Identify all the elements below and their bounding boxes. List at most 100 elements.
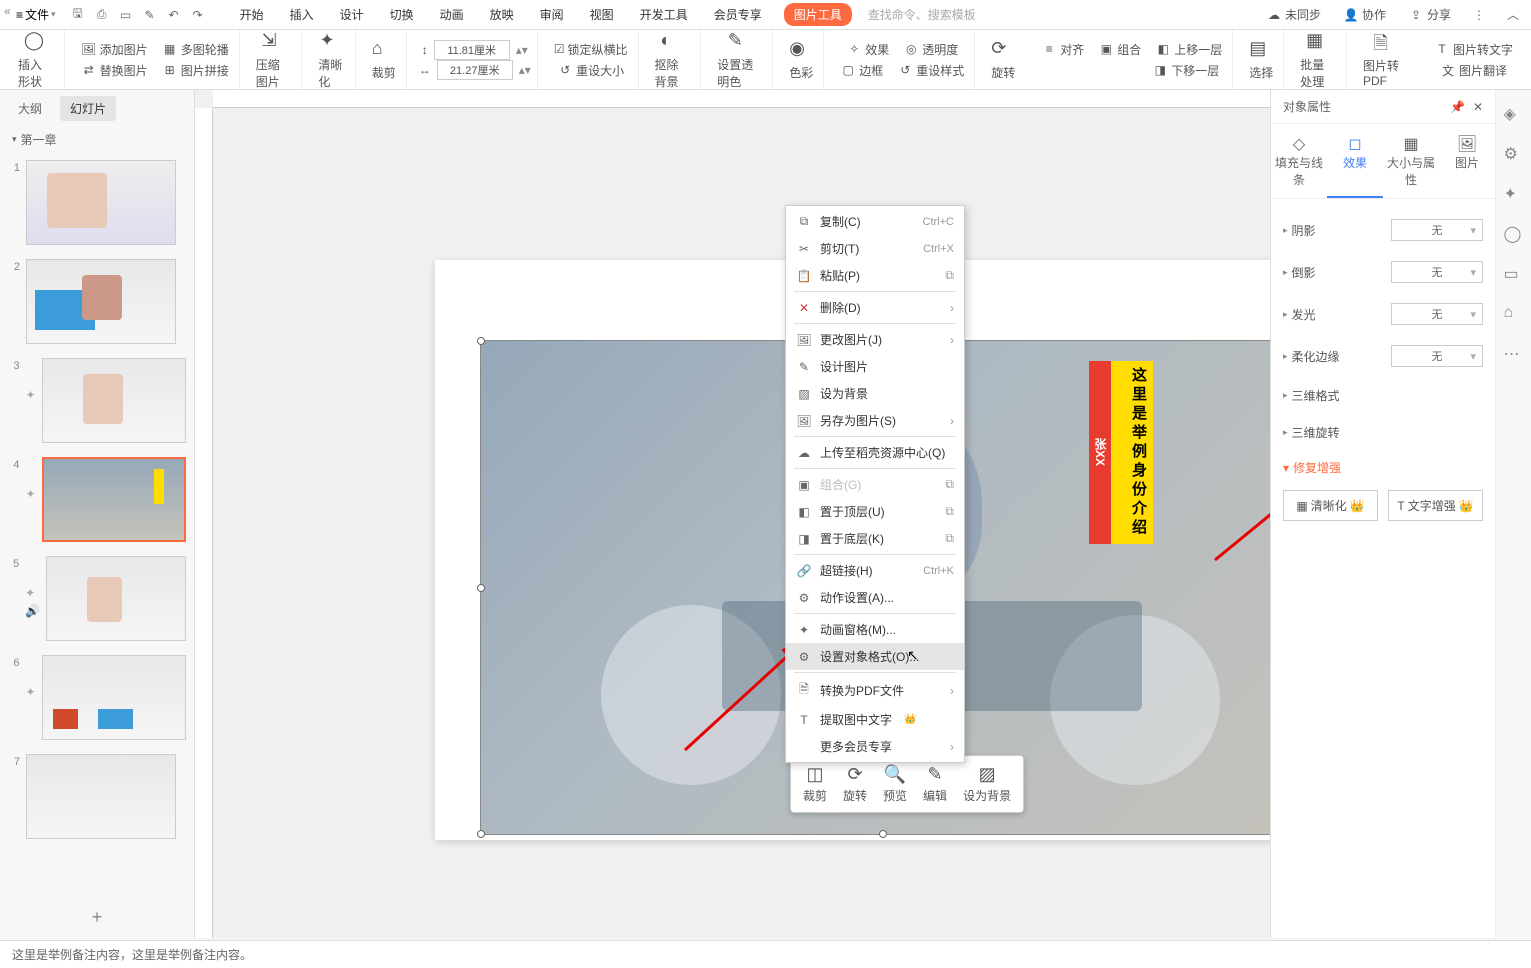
ctx-set-bg[interactable]: ▨设为背景	[786, 380, 964, 407]
float-preview[interactable]: 🔍预览	[875, 762, 915, 806]
more-icon[interactable]: ⋮	[1469, 5, 1489, 25]
rail-more-icon[interactable]: ⋯	[1504, 344, 1524, 364]
collab-button[interactable]: 👤协作	[1339, 4, 1390, 25]
width-input[interactable]: 21.27厘米	[437, 60, 513, 80]
ctx-action[interactable]: ⚙动作设置(A)...	[786, 584, 964, 611]
rp-sharpen-button[interactable]: ▦清晰化👑	[1283, 490, 1378, 521]
to-pdf-button[interactable]: 🗎图片转PDF	[1359, 31, 1412, 88]
preview-icon[interactable]: ▭	[116, 5, 136, 25]
ctx-design-pic[interactable]: ✎设计图片	[786, 353, 964, 380]
select-pane-button[interactable]: ▤选择	[1245, 38, 1277, 81]
transparency-button[interactable]: ◎透明度	[899, 39, 962, 60]
brush-icon[interactable]: ✎	[140, 5, 160, 25]
resize-handle[interactable]	[477, 584, 485, 592]
rail-settings-icon[interactable]: ⚙	[1504, 144, 1524, 164]
save-icon[interactable]: 🖫	[68, 5, 88, 25]
replace-picture-button[interactable]: ⇄替换图片	[77, 60, 152, 81]
ctx-to-pdf[interactable]: 🗎转换为PDF文件›	[786, 675, 964, 706]
collapse-ribbon-icon[interactable]: ︿	[1503, 5, 1523, 25]
soft-select[interactable]: 无	[1391, 345, 1483, 367]
align-button[interactable]: ≡对齐	[1037, 39, 1088, 60]
color-button[interactable]: ◉色彩	[785, 38, 817, 81]
rp-reflect[interactable]: ▸倒影	[1283, 264, 1316, 281]
ctx-paste[interactable]: 📋粘贴(P)⧉	[786, 262, 964, 289]
float-edit[interactable]: ✎编辑	[915, 762, 955, 806]
glow-select[interactable]: 无	[1391, 303, 1483, 325]
tab-insert[interactable]: 插入	[278, 0, 326, 29]
slide-thumb-3[interactable]	[42, 358, 186, 443]
pic-translate-button[interactable]: 文图片翻译	[1436, 60, 1511, 81]
float-setbg[interactable]: ▨设为背景	[955, 762, 1019, 806]
pin-icon[interactable]: 📌	[1450, 100, 1465, 114]
resize-handle[interactable]	[879, 830, 887, 838]
rail-help-icon[interactable]: ⌂	[1504, 304, 1524, 324]
rp-3d-format[interactable]: ▸三维格式	[1283, 387, 1340, 404]
reset-style-button[interactable]: ↺重设样式	[893, 60, 968, 81]
print-icon[interactable]: ⎙	[92, 5, 112, 25]
rp-text-enhance-button[interactable]: T文字增强👑	[1388, 490, 1483, 521]
ctx-more-vip[interactable]: 更多会员专享›	[786, 733, 964, 760]
rail-design-icon[interactable]: ◈	[1504, 104, 1524, 124]
rp-tab-pic[interactable]: 🖼图片	[1439, 124, 1495, 198]
rp-tab-effect[interactable]: ◻效果	[1327, 124, 1383, 198]
ctx-bottom[interactable]: ◨置于底层(K)⧉	[786, 525, 964, 552]
slide-thumb-5[interactable]	[46, 556, 186, 641]
group-button[interactable]: ▣组合	[1094, 39, 1145, 60]
search-input[interactable]: 查找命令、搜索模板	[868, 6, 1008, 23]
spinner-icon[interactable]: ▴▾	[516, 43, 528, 57]
picture-join-button[interactable]: ⊞图片拼接	[158, 60, 233, 81]
close-icon[interactable]: ✕	[1473, 100, 1483, 114]
ctx-extract-text[interactable]: T提取图中文字👑	[786, 706, 964, 733]
pic-to-text-button[interactable]: T图片转文字	[1430, 39, 1517, 60]
share-button[interactable]: ⇪分享	[1404, 4, 1455, 25]
slide-thumb-1[interactable]	[26, 160, 176, 245]
rp-tab-fill[interactable]: ◇填充与线条	[1271, 124, 1327, 198]
rail-shape-icon[interactable]: ◯	[1504, 224, 1524, 244]
tab-dev[interactable]: 开发工具	[628, 0, 700, 29]
rail-effect-icon[interactable]: ✦	[1504, 184, 1524, 204]
rail-anim-icon[interactable]: ▭	[1504, 264, 1524, 284]
rp-tab-size[interactable]: ▦大小与属性	[1383, 124, 1439, 198]
remove-bg-button[interactable]: ◐抠除背景	[651, 30, 695, 90]
file-menu[interactable]: ≡ 文件 ▾	[8, 2, 64, 27]
tab-anim[interactable]: 动画	[428, 0, 476, 29]
slide-thumb-7[interactable]	[26, 754, 176, 839]
ctx-upload[interactable]: ☁上传至稻壳资源中心(Q)	[786, 439, 964, 466]
rp-fix-enhance[interactable]: ▾修复增强	[1283, 451, 1483, 484]
set-trans-button[interactable]: ✎设置透明色	[713, 30, 766, 90]
outline-tab[interactable]: 大纲	[8, 96, 52, 121]
reset-size-button[interactable]: ↺重设大小	[553, 60, 628, 81]
redo-icon[interactable]: ↷	[188, 5, 208, 25]
slide-thumb-2[interactable]	[26, 259, 176, 344]
ctx-copy[interactable]: ⧉复制(C)Ctrl+C	[786, 208, 964, 235]
slide-thumb-6[interactable]	[42, 655, 186, 740]
rp-soft[interactable]: ▸柔化边缘	[1283, 348, 1340, 365]
rotate-button[interactable]: ⟳旋转	[987, 38, 1019, 81]
ctx-anim-pane[interactable]: ✦动画窗格(M)...	[786, 616, 964, 643]
border-button[interactable]: ▢边框	[836, 60, 887, 81]
tab-show[interactable]: 放映	[478, 0, 526, 29]
lock-ratio-checkbox[interactable]: ☑锁定纵横比	[550, 39, 632, 60]
chapter-label[interactable]: ▾第一章	[0, 127, 194, 152]
float-crop[interactable]: ◫裁剪	[795, 762, 835, 806]
ctx-save-as[interactable]: 🖼另存为图片(S)›	[786, 407, 964, 434]
rp-glow[interactable]: ▸发光	[1283, 306, 1316, 323]
multi-picture-button[interactable]: ▦多图轮播	[158, 39, 233, 60]
send-backward-button[interactable]: ◨下移一层	[1148, 60, 1223, 81]
add-picture-button[interactable]: 🖼添加图片	[77, 39, 152, 60]
sharpen-button[interactable]: ✦清晰化	[314, 30, 348, 90]
slide-thumb-4[interactable]	[42, 457, 186, 542]
crop-button[interactable]: ⌂裁剪	[368, 38, 400, 81]
insert-shape-button[interactable]: ◯插入形状	[14, 30, 58, 90]
height-input[interactable]: 11.81厘米	[434, 40, 510, 60]
tab-transition[interactable]: 切换	[378, 0, 426, 29]
ctx-top[interactable]: ◧置于顶层(U)⧉	[786, 498, 964, 525]
ctx-cut[interactable]: ✂剪切(T)Ctrl+X	[786, 235, 964, 262]
ctx-delete[interactable]: ✕删除(D)›	[786, 294, 964, 321]
ctx-hyperlink[interactable]: 🔗超链接(H)Ctrl+K	[786, 557, 964, 584]
rp-3d-rotate[interactable]: ▸三维旋转	[1283, 424, 1340, 441]
ctx-change-pic[interactable]: 🖼更改图片(J)›	[786, 326, 964, 353]
float-rotate[interactable]: ⟳旋转	[835, 762, 875, 806]
collapse-panel-icon[interactable]: «	[4, 4, 11, 18]
batch-button[interactable]: ▦批量处理	[1296, 30, 1340, 90]
